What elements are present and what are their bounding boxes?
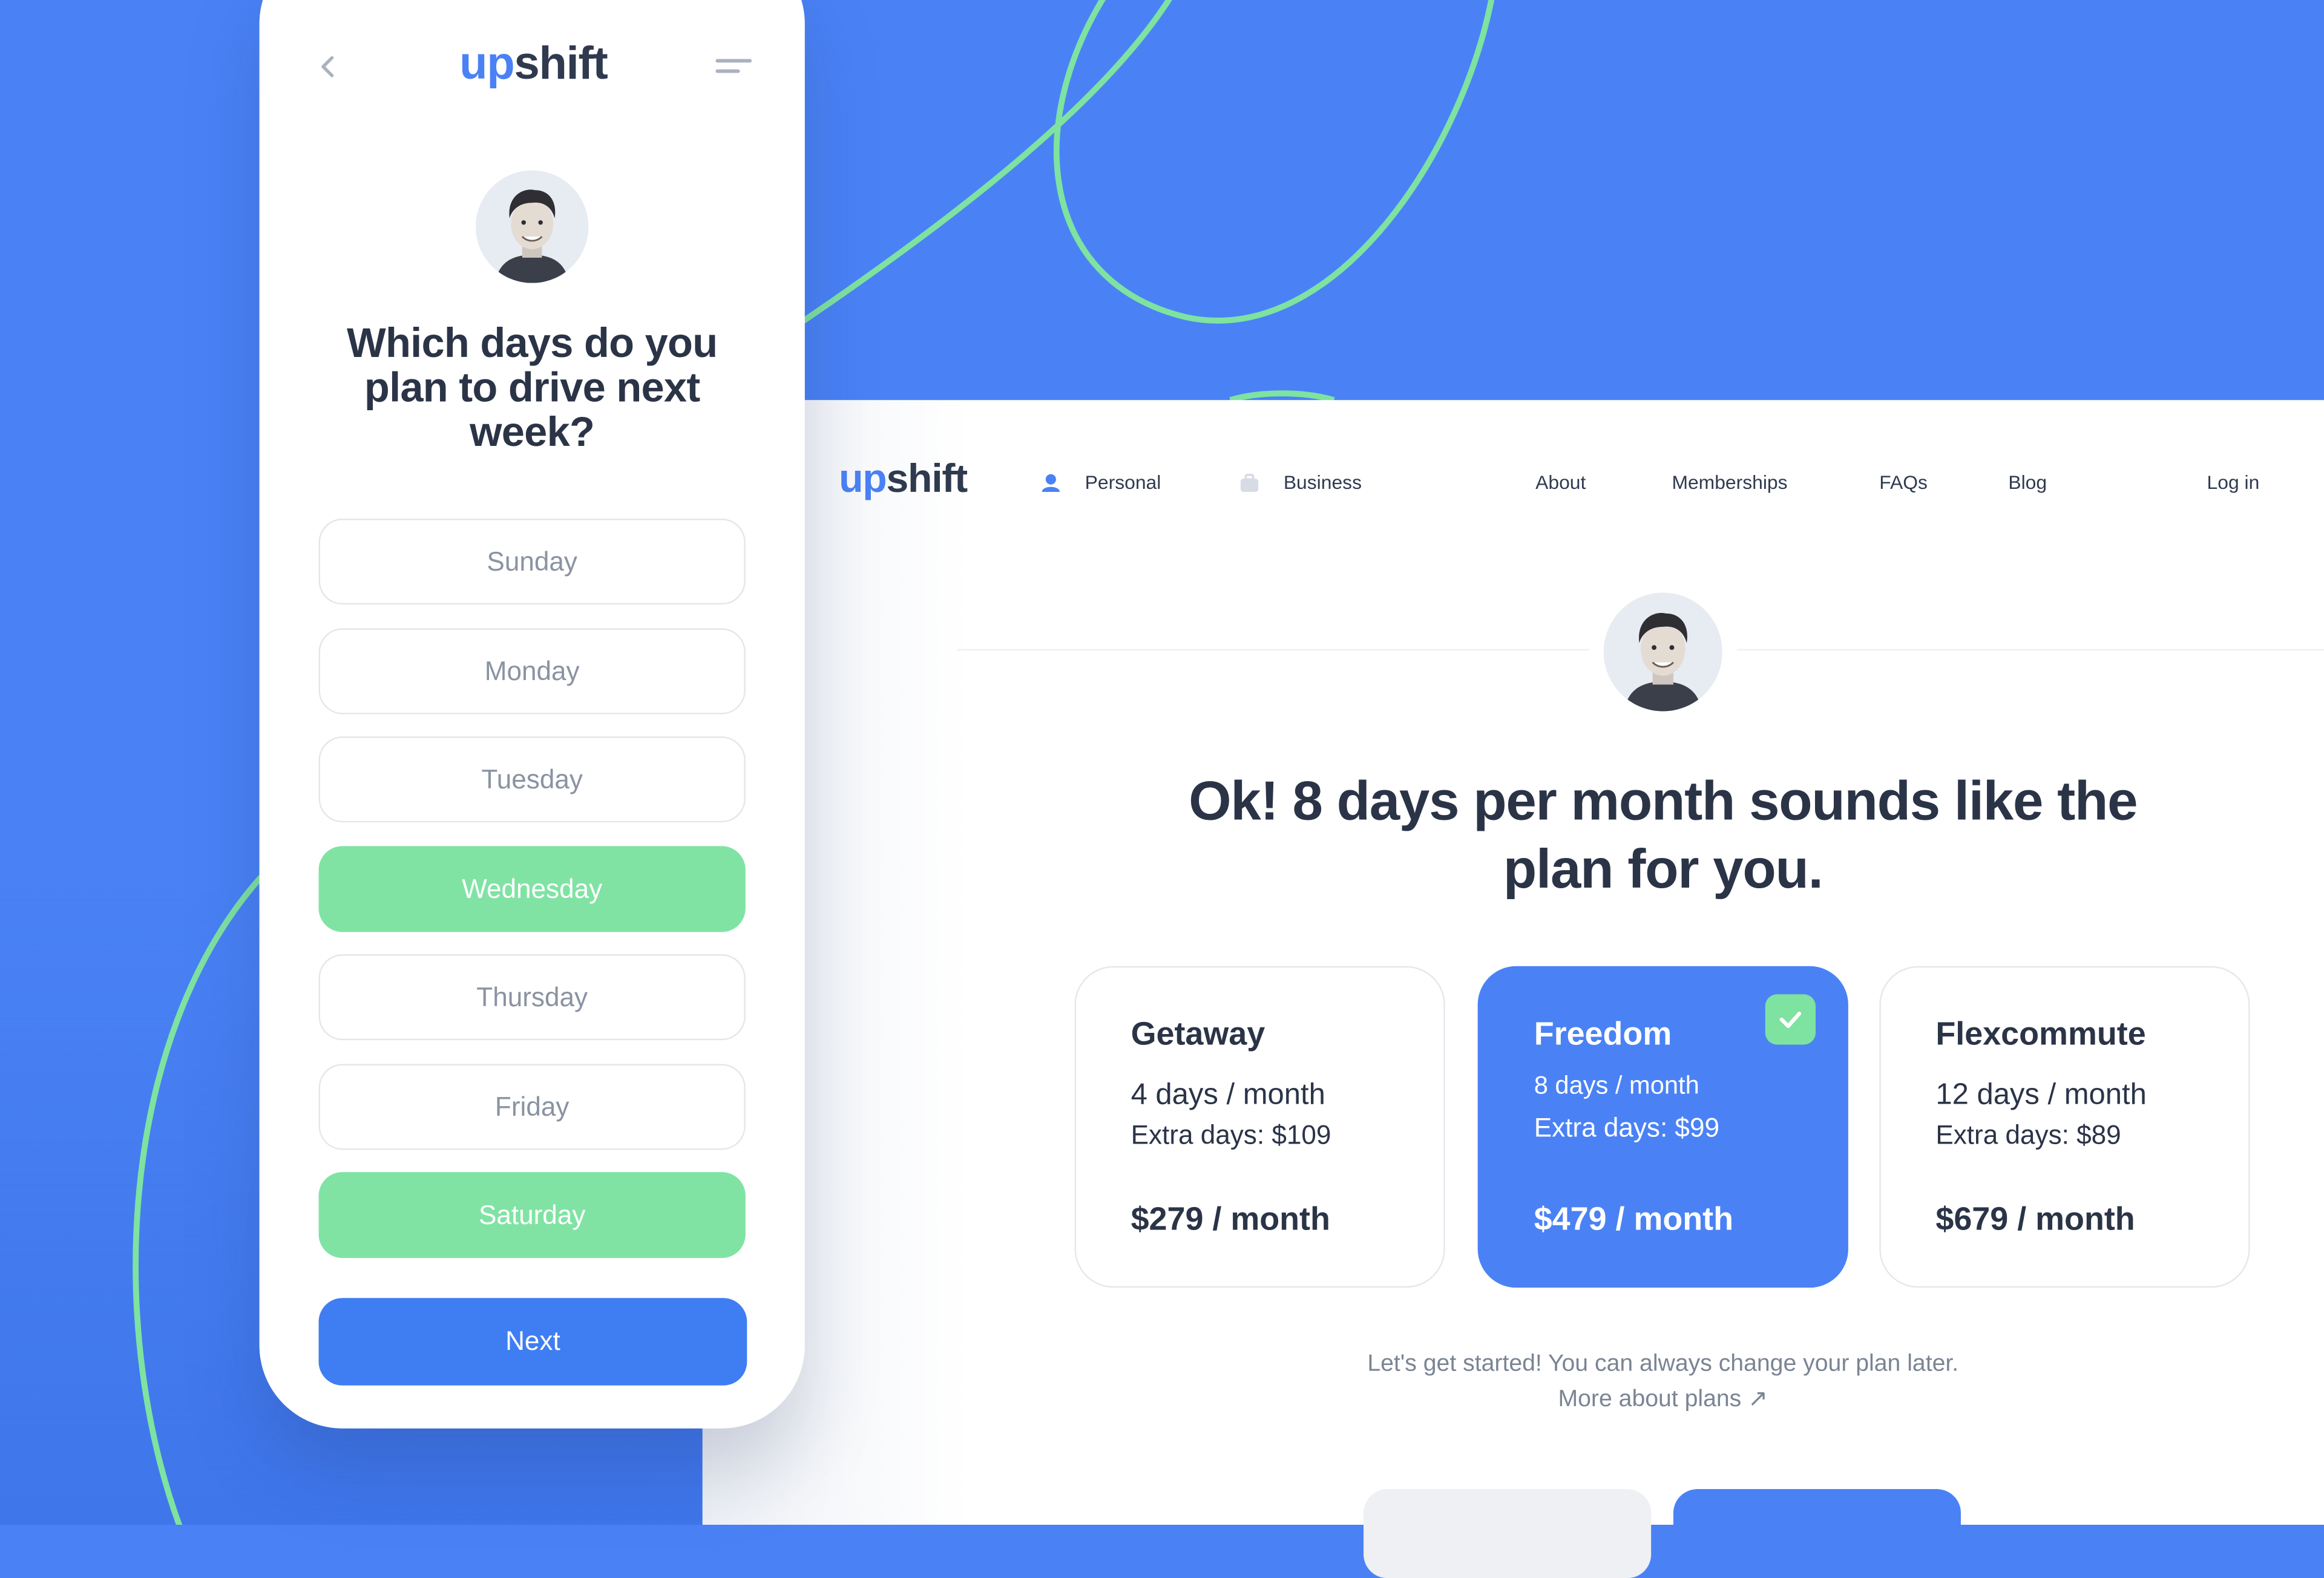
- nav-blog[interactable]: Blog: [2008, 471, 2047, 494]
- next-button[interactable]: Next: [318, 1298, 747, 1386]
- mobile-avatar: [476, 170, 589, 283]
- question-heading: Which days do you plan to drive next wee…: [347, 319, 718, 455]
- mobile-logo[interactable]: upshift: [459, 37, 608, 90]
- plan-card-freedom[interactable]: Freedom 8 days / month Extra days: $99 $…: [1477, 966, 1848, 1288]
- day-option-monday[interactable]: Monday: [318, 628, 746, 715]
- plan-card-getaway[interactable]: Getaway 4 days / month Extra days: $109 …: [1074, 966, 1445, 1288]
- logo-prefix: up: [459, 37, 515, 89]
- check-icon: [1779, 1011, 1802, 1029]
- avatar-illustration: [476, 170, 589, 283]
- nav-login[interactable]: Log in: [2207, 471, 2260, 494]
- nav-about[interactable]: About: [1535, 471, 1586, 494]
- desktop-avatar: [1603, 592, 1722, 712]
- plan-price: $679 / month: [1935, 1200, 2135, 1237]
- day-option-wednesday[interactable]: Wednesday: [318, 846, 746, 932]
- logo-suffix: shift: [886, 456, 968, 501]
- menu-icon[interactable]: [714, 56, 753, 77]
- plan-price: $479 / month: [1534, 1200, 1734, 1237]
- nav-faqs[interactable]: FAQs: [1879, 471, 1928, 494]
- logo-suffix: shift: [514, 37, 608, 89]
- day-option-thursday[interactable]: Thursday: [318, 954, 746, 1041]
- day-option-sunday[interactable]: Sunday: [318, 519, 746, 605]
- divider-left: [957, 649, 1589, 651]
- nav-personal[interactable]: Personal: [1085, 471, 1161, 494]
- desktop-logo[interactable]: upshift: [839, 456, 968, 502]
- selected-check-badge: [1765, 994, 1816, 1045]
- plan-name: Flexcommute: [1935, 1015, 2146, 1052]
- day-option-friday[interactable]: Friday: [318, 1064, 746, 1150]
- divider-right: [1737, 649, 2324, 651]
- plan-days: 4 days / month: [1131, 1078, 1325, 1111]
- logo-prefix: up: [839, 456, 887, 501]
- plan-extra: Extra days: $99: [1534, 1113, 1720, 1143]
- plan-extra: Extra days: $109: [1131, 1120, 1331, 1150]
- day-option-tuesday[interactable]: Tuesday: [318, 736, 746, 823]
- started-text: Let's get started! You can always change…: [1367, 1351, 1959, 1377]
- avatar-illustration: [1603, 592, 1722, 712]
- plan-days: 8 days / month: [1534, 1071, 1699, 1100]
- nav-business[interactable]: Business: [1284, 471, 1362, 494]
- desktop-back-button[interactable]: [1364, 1489, 1652, 1578]
- more-about-plans-link[interactable]: More about plans ↗: [1156, 1384, 2170, 1413]
- plan-extra: Extra days: $89: [1935, 1120, 2121, 1150]
- plan-headline: Ok! 8 days per month sounds like the pla…: [1189, 770, 2138, 900]
- plan-price: $279 / month: [1131, 1200, 1330, 1237]
- plan-name: Getaway: [1131, 1015, 1265, 1052]
- person-icon: [1042, 474, 1060, 493]
- stage: upshift Personal Business About Membersh…: [0, 0, 2324, 1578]
- day-option-saturday[interactable]: Saturday: [318, 1172, 746, 1259]
- chevron-left-icon[interactable]: [319, 55, 340, 79]
- plan-card-flexcommute[interactable]: Flexcommute 12 days / month Extra days: …: [1879, 966, 2250, 1288]
- nav-memberships[interactable]: Memberships: [1672, 471, 1787, 494]
- plan-name: Freedom: [1534, 1015, 1672, 1052]
- desktop-next-button[interactable]: [1673, 1489, 1961, 1578]
- plan-days: 12 days / month: [1935, 1078, 2147, 1111]
- briefcase-icon: [1240, 474, 1259, 493]
